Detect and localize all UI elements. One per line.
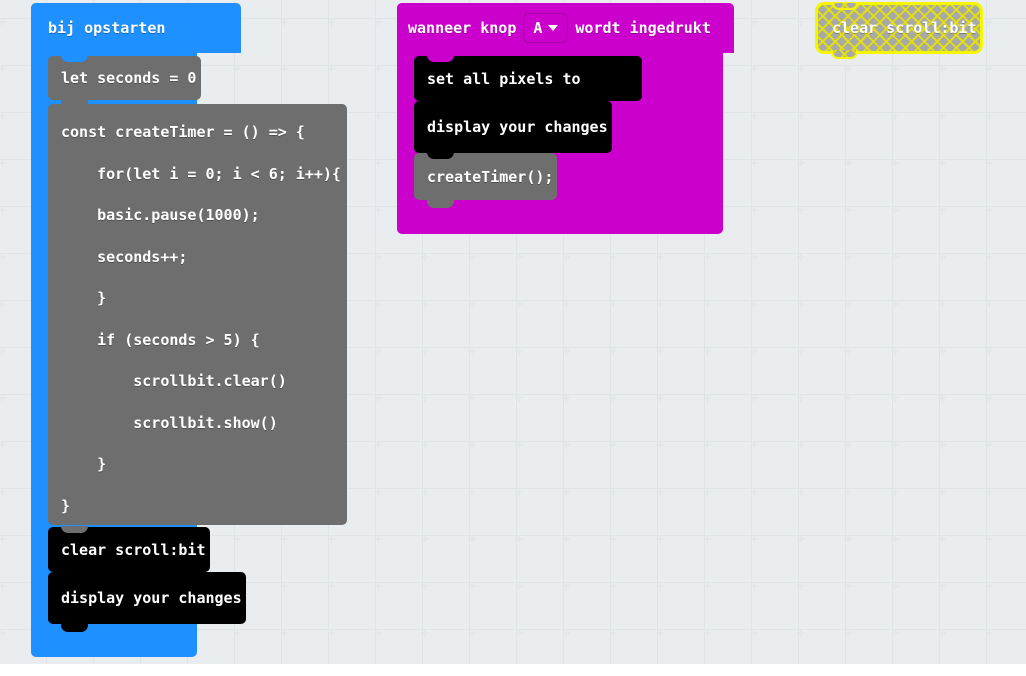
- call-create-timer-label: createTimer();: [427, 167, 554, 186]
- clear-scrollbit-block[interactable]: clear scroll:bit: [48, 526, 210, 572]
- on-button-pressed-header[interactable]: wanneer knop A wordt ingedrukt: [397, 3, 734, 53]
- block-notch-dip: [61, 55, 88, 62]
- code-line: scrollbit.clear(): [61, 372, 287, 390]
- display-changes-block-2[interactable]: display your changes: [414, 100, 612, 153]
- block-notch-dip: [427, 152, 454, 159]
- block-notch-dip: [427, 100, 454, 107]
- set-all-pixels-block[interactable]: set all pixels to: [414, 55, 642, 101]
- code-line: for(let i = 0; i < 6; i++){: [61, 164, 341, 183]
- create-timer-code-block[interactable]: const createTimer = () => { for(let i = …: [48, 103, 347, 525]
- block-notch-dip: [61, 526, 88, 533]
- block-notch-dip: [427, 55, 454, 62]
- code-line: }: [61, 289, 107, 307]
- set-all-pixels-label: set all pixels to: [427, 69, 581, 88]
- workspace-bottom-edge: [0, 664, 1026, 676]
- code-line: seconds++;: [61, 247, 188, 266]
- block-notch-dip: [832, 3, 858, 10]
- code-line: scrollbit.show(): [61, 413, 278, 432]
- block-bottom-tab: [61, 623, 88, 632]
- code-line: basic.pause(1000);: [61, 206, 260, 224]
- display-changes-label: display your changes: [61, 589, 242, 607]
- block-bottom-tab: [831, 50, 858, 59]
- chevron-down-icon: [548, 25, 559, 31]
- let-seconds-block[interactable]: let seconds = 0: [48, 55, 201, 107]
- button-select-dropdown[interactable]: A: [523, 13, 569, 43]
- clear-scrollbit-label: clear scroll:bit: [61, 540, 206, 559]
- code-line: if (seconds > 5) {: [61, 330, 260, 349]
- blocks-workspace[interactable]: bij opstarten let seconds = 0 const crea…: [0, 0, 1026, 676]
- selected-clear-scrollbit-block[interactable]: clear scroll:bit: [815, 2, 983, 59]
- code-line: const createTimer = () => {: [61, 123, 305, 141]
- call-create-timer-block[interactable]: createTimer();: [414, 152, 557, 208]
- display-changes-label-2: display your changes: [427, 118, 608, 136]
- block-notch-dip: [61, 103, 88, 110]
- on-button-pressed-suffix: wordt ingedrukt: [575, 19, 711, 37]
- block-notch-dip: [61, 571, 88, 578]
- selected-clear-scrollbit-label: clear scroll:bit: [832, 19, 977, 37]
- on-button-pressed-prefix: wanneer knop: [408, 19, 517, 37]
- block-bottom-tab: [427, 199, 454, 208]
- on-start-label: bij opstarten: [48, 19, 166, 37]
- button-select-value: A: [533, 19, 543, 37]
- on-start-header[interactable]: bij opstarten: [31, 3, 241, 53]
- code-line: }: [61, 455, 107, 473]
- display-changes-block[interactable]: display your changes: [48, 571, 246, 632]
- let-seconds-label: let seconds = 0: [61, 69, 197, 87]
